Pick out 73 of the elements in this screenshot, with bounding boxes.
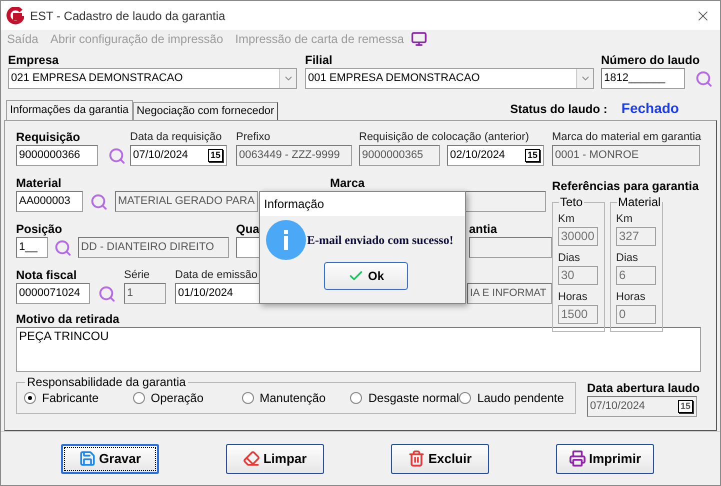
field-label: Material — [16, 175, 62, 191]
field-label: Horas — [558, 290, 588, 305]
monitor-icon[interactable] — [410, 31, 428, 47]
search-icon[interactable] — [695, 70, 713, 88]
radio-icon[interactable] — [459, 392, 472, 404]
group-title: Material — [617, 195, 662, 209]
logo-icon — [6, 6, 24, 24]
field-label: Data de emissão — [175, 268, 258, 283]
dropdown-field[interactable]: 021 EMPRESA DEMONSTRACAO — [8, 68, 297, 89]
field-label: Empresa — [8, 52, 59, 68]
radio-icon[interactable] — [132, 392, 145, 404]
field-label: Série — [124, 268, 150, 283]
field-label: Marca do material em garantia — [552, 130, 702, 145]
text-field[interactable]: 1__ — [16, 237, 48, 258]
radio-icon[interactable] — [24, 392, 36, 404]
field-label: Requisição — [16, 129, 80, 145]
field-label: Número do laudo — [601, 52, 700, 68]
ok-button[interactable]: Ok — [324, 262, 408, 290]
status-value: Fechado — [621, 99, 679, 118]
field-label: Dias — [558, 251, 580, 266]
field-label: Requisição de colocação (anterior) — [359, 130, 529, 145]
field-label: Qua — [236, 221, 260, 237]
field-label: Data da requisição — [130, 130, 222, 145]
status-label: Status do laudo : — [510, 101, 608, 118]
radio-icon[interactable] — [242, 392, 254, 404]
action-button[interactable]: Limpar — [226, 444, 324, 474]
dropdown-field[interactable]: 001 EMPRESA DEMONSTRACAO — [305, 68, 594, 89]
field-label: Prefixo — [236, 130, 270, 145]
search-icon[interactable] — [98, 284, 116, 302]
action-button[interactable]: Excluir — [391, 444, 489, 474]
text-field[interactable]: 02/10/2024 15 — [447, 145, 544, 166]
field-label: Posição — [16, 221, 62, 237]
field-label: Km — [616, 212, 632, 227]
calendar-icon[interactable]: 15 — [208, 149, 223, 162]
action-button[interactable]: Imprimir — [556, 444, 654, 474]
radio-icon[interactable] — [350, 392, 362, 404]
info-icon — [266, 220, 306, 260]
field-label: Marca — [330, 175, 365, 191]
tab[interactable]: Negociação com fornecedor — [132, 102, 278, 120]
field-label: Km — [558, 212, 574, 227]
text-field[interactable]: 1812______ — [601, 68, 685, 89]
group-title: Responsabilidade da garantia — [25, 375, 188, 389]
search-icon[interactable] — [54, 238, 72, 256]
text-field[interactable]: 9000000366 — [16, 145, 98, 166]
radio-option[interactable]: Operação — [132, 389, 242, 407]
field-label: Horas — [616, 290, 646, 305]
radio-option[interactable]: Manutenção — [242, 389, 350, 407]
printer-icon — [568, 450, 586, 467]
group-title: Teto — [559, 195, 584, 209]
search-icon[interactable] — [108, 146, 126, 164]
search-icon[interactable] — [90, 192, 108, 210]
radio-option[interactable]: Laudo pendente — [459, 389, 568, 407]
dialog-title: Informação — [264, 196, 324, 213]
text-field[interactable]: 07/10/2024 15 — [130, 145, 227, 166]
action-button[interactable]: Gravar — [61, 444, 159, 474]
dialog-message: E-mail enviado com sucesso! — [307, 232, 454, 249]
trash-icon — [408, 450, 426, 467]
radio-option[interactable]: Desgaste normal — [350, 389, 460, 407]
radio-option[interactable]: Fabricante — [24, 389, 133, 407]
tab[interactable]: Informações da garantia — [6, 100, 133, 120]
window-title: EST - Cadastro de laudo da garantia — [30, 8, 226, 24]
field-label: Dias — [616, 251, 638, 266]
text-field[interactable]: 0000071024 — [16, 283, 90, 304]
field-label: Data abertura laudo — [587, 380, 700, 396]
field-label: antia — [469, 221, 498, 237]
field-label: Nota fiscal — [16, 267, 77, 283]
calendar-icon[interactable]: 15 — [525, 149, 540, 162]
text-field[interactable]: AA000003 — [16, 191, 83, 212]
text-area[interactable]: PEÇA TRINCOU — [16, 327, 701, 372]
section-title: Referências para garantia — [552, 179, 699, 194]
field-label: Filial — [305, 52, 332, 68]
eraser-icon — [243, 450, 260, 467]
field-label: Motivo da retirada — [16, 311, 120, 327]
